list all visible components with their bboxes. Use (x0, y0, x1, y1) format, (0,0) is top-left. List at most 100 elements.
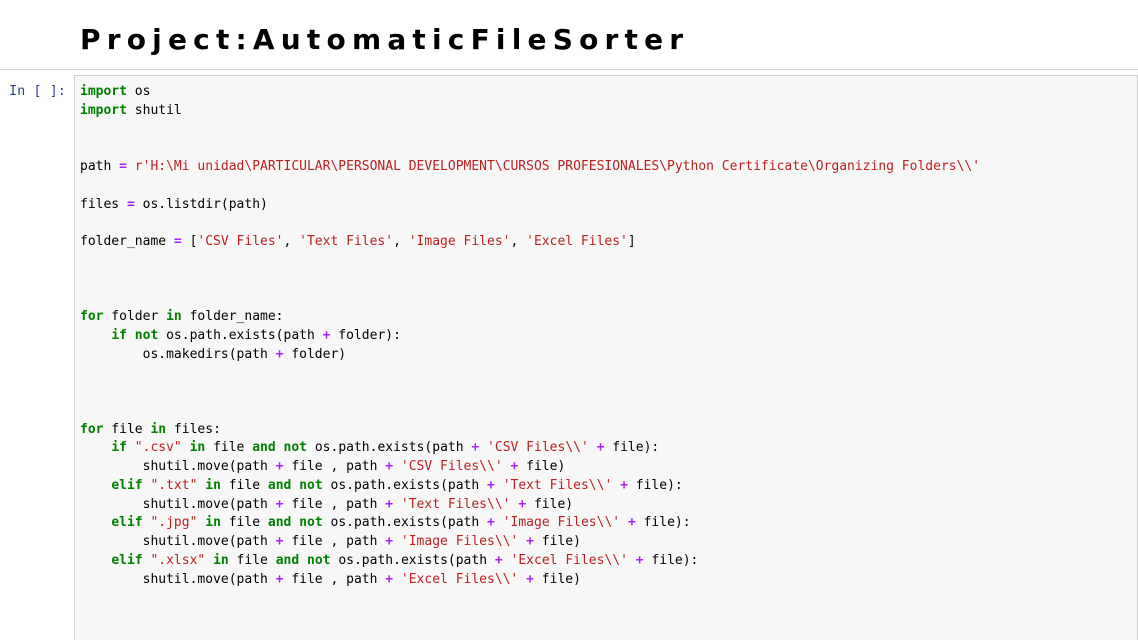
code-text: file): (604, 440, 660, 456)
code-line[interactable] (80, 383, 980, 402)
code-line[interactable] (80, 271, 980, 290)
code-text: file , path (283, 459, 386, 474)
code-line[interactable] (80, 177, 980, 196)
code-area[interactable]: import os import shutil path = r'H:\Mi uni… (80, 83, 980, 589)
keyword-token: in (166, 309, 182, 324)
code-text: file) (518, 459, 566, 474)
operator-token: + (385, 571, 394, 587)
code-text: file (220, 477, 268, 493)
code-text: shutil.move(path (80, 496, 276, 512)
code-line[interactable]: for file in files: (80, 421, 980, 440)
code-line[interactable]: path = r'H:\Mi unidad\PARTICULAR\PERSONA… (80, 158, 980, 177)
code-line[interactable] (80, 289, 980, 308)
code-text: files (80, 196, 127, 212)
cell-divider (0, 69, 1138, 70)
code-text: os.path.exists(path (322, 477, 488, 493)
string-token: 'Excel Files\\' (510, 552, 628, 568)
keyword-token: for (80, 309, 104, 324)
operator-token: + (526, 534, 534, 549)
keyword-token: in (213, 552, 229, 568)
code-text: file): (627, 477, 683, 493)
code-text: , (393, 234, 409, 249)
keyword-token: not (307, 552, 331, 568)
code-text: folder_name (80, 234, 174, 249)
string-token: 'CSV Files\\' (400, 459, 503, 474)
code-line[interactable] (80, 121, 980, 140)
code-line[interactable] (80, 139, 980, 158)
code-line[interactable]: elif ".jpg" in file and not os.path.exis… (80, 514, 980, 533)
code-line[interactable]: import shutil (80, 102, 980, 121)
operator-token: + (620, 477, 628, 493)
keyword-token: and (267, 477, 292, 493)
code-line[interactable]: shutil.move(path + file , path + 'CSV Fi… (80, 458, 980, 477)
code-line[interactable] (80, 252, 980, 271)
operator-token: + (275, 346, 284, 362)
string-token: r'H:\Mi unidad\PARTICULAR\PERSONAL DEVEL… (134, 159, 981, 174)
code-line[interactable]: if not os.path.exists(path + folder): (80, 327, 980, 346)
code-text: folder) (283, 346, 347, 362)
code-line[interactable]: shutil.move(path + file , path + 'Text F… (80, 496, 980, 515)
keyword-token: if (111, 327, 127, 343)
code-line[interactable]: import os (80, 83, 980, 102)
code-text: shutil.move(path (80, 571, 276, 587)
code-text: file) (526, 496, 574, 512)
string-token: ".csv" (134, 440, 182, 456)
string-token: 'Excel Files' (526, 234, 628, 249)
code-line[interactable] (80, 214, 980, 233)
code-line[interactable] (80, 364, 980, 383)
code-line[interactable]: shutil.move(path + file , path + 'Excel … (80, 571, 980, 590)
keyword-token: in (205, 515, 221, 531)
keyword-token: elif (111, 515, 143, 531)
markdown-cell[interactable]: Project:AutomaticFileSorter (80, 18, 1080, 66)
code-text: folder): (330, 327, 401, 343)
code-line[interactable]: elif ".xlsx" in file and not os.path.exi… (80, 552, 980, 571)
keyword-token: and (267, 515, 292, 531)
keyword-token: import (80, 102, 127, 118)
code-cell-editor[interactable]: import os import shutil path = r'H:\Mi uni… (74, 75, 1138, 640)
code-text: file (220, 515, 268, 531)
code-text: os.listdir(path) (134, 196, 268, 212)
keyword-token: not (283, 440, 308, 456)
code-text: shutil.move(path (80, 534, 276, 549)
string-token: ".xlsx" (150, 552, 206, 568)
code-text: os (126, 84, 151, 99)
keyword-token: not (299, 515, 323, 531)
keyword-token: elif (111, 552, 143, 568)
code-line[interactable]: files = os.listdir(path) (80, 196, 980, 215)
operator-token: = (173, 234, 182, 249)
code-line[interactable]: elif ".txt" in file and not os.path.exis… (80, 477, 980, 496)
code-line[interactable]: folder_name = ['CSV Files', 'Text Files'… (80, 233, 980, 252)
code-line[interactable]: for folder in folder_name: (80, 308, 980, 327)
code-line[interactable]: if ".csv" in file and not os.path.exists… (80, 439, 980, 458)
code-text: file (205, 440, 253, 456)
code-line[interactable]: os.makedirs(path + folder) (80, 346, 980, 365)
code-text: ] (627, 234, 636, 249)
code-text: file , path (283, 571, 386, 587)
code-line[interactable]: shutil.move(path + file , path + 'Image … (80, 533, 980, 552)
operator-token: + (526, 571, 534, 587)
code-text: file (228, 552, 276, 568)
code-line[interactable] (80, 402, 980, 421)
code-text: file , path (283, 534, 386, 549)
code-text: file): (635, 515, 691, 531)
code-text: path (80, 159, 120, 174)
string-token: 'Text Files\\' (502, 477, 613, 493)
notebook-page: Project:AutomaticFileSorter In [ ]: impo… (0, 0, 1138, 640)
code-text: shutil.move(path (80, 459, 276, 474)
